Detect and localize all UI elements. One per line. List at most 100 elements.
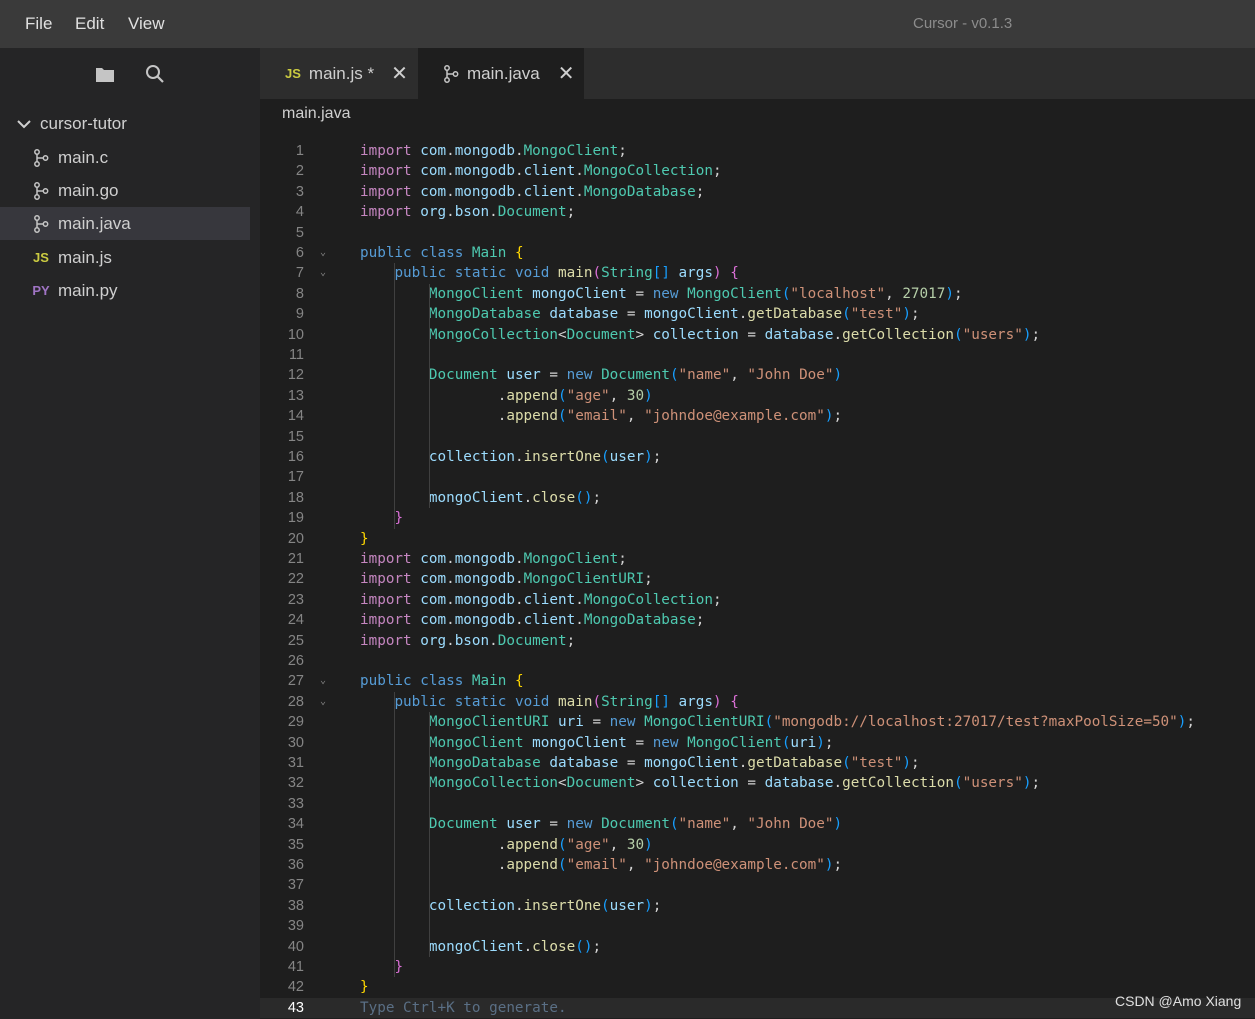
code-line[interactable]: 34 Document user = new Document("name", … — [260, 814, 1255, 834]
code-text: mongoClient.close(); — [428, 489, 602, 506]
indent-guide — [428, 712, 430, 957]
line-number: 16 — [287, 449, 304, 465]
code-line[interactable]: 7 ⌄ public static void main(String[] args… — [260, 263, 1255, 283]
code-line[interactable]: 3 import com.mongodb.client.MongoDatabase… — [260, 182, 1255, 202]
code-line[interactable]: 21 import com.mongodb.MongoClient; — [260, 549, 1255, 569]
file-main-c[interactable]: main.c — [0, 141, 250, 174]
code-line[interactable]: 20} — [260, 529, 1255, 549]
code-text: } — [360, 979, 369, 996]
code-line[interactable]: 43 Type Ctrl+K to generate. — [260, 997, 1255, 1019]
file-label: main.go — [58, 180, 119, 200]
code-line[interactable]: 35 .append("age", 30) — [260, 835, 1255, 855]
code-text: MongoCollection<Document> collection = d… — [428, 326, 1041, 343]
line-number: 31 — [287, 755, 304, 771]
search-icon[interactable] — [143, 62, 167, 86]
code-line[interactable]: 13 .append("age", 30) — [260, 386, 1255, 406]
code-line[interactable]: 41 } — [260, 957, 1255, 977]
code-line[interactable]: 8 MongoClient mongoClient = new MongoCli… — [260, 284, 1255, 304]
code-line[interactable]: 17 — [260, 467, 1255, 487]
code-text: import com.mongodb.client.MongoCollectio… — [360, 591, 722, 608]
fold-chevron-icon[interactable]: ⌄ — [320, 263, 326, 283]
code-line[interactable]: 25 import org.bson.Document; — [260, 631, 1255, 651]
code-line[interactable]: 32 MongoCollection<Document> collection … — [260, 773, 1255, 793]
app-title: Cursor - v0.1.3 — [913, 15, 1013, 32]
line-number: 9 — [295, 306, 304, 323]
code-line[interactable]: 37 — [260, 875, 1255, 895]
code-line[interactable]: 23 import com.mongodb.client.MongoCollect… — [260, 590, 1255, 610]
code-line[interactable]: 4 import org.bson.Document; — [260, 202, 1255, 222]
code-line[interactable]: 33 — [260, 794, 1255, 814]
code-text: } — [394, 510, 404, 527]
code-line[interactable]: 9 MongoDatabase database = mongoClient.g… — [260, 304, 1255, 324]
code-line[interactable]: 29 MongoClientURI uri = new MongoClientU… — [260, 712, 1255, 732]
close-icon[interactable]: ✕ — [391, 61, 408, 86]
tab-label: main.java — [467, 63, 540, 83]
line-number: 39 — [287, 918, 304, 935]
folder-cursor-tutor[interactable]: cursor-tutor — [16, 112, 127, 136]
code-line[interactable]: 31 MongoDatabase database = mongoClient.… — [260, 753, 1255, 773]
line-number: 21 — [287, 551, 304, 567]
code-text: collection.insertOne(user); — [428, 897, 662, 914]
code-line[interactable]: 15 — [260, 427, 1255, 447]
code-line[interactable]: 38 collection.insertOne(user); — [260, 896, 1255, 916]
code-line[interactable]: 30 MongoClient mongoClient = new MongoCl… — [260, 733, 1255, 753]
code-line[interactable]: 40 mongoClient.close(); — [260, 937, 1255, 957]
code-line[interactable]: 42} — [260, 977, 1255, 997]
line-number: 37 — [287, 877, 304, 894]
title-bar: File Edit View Cursor - v0.1.3 — [0, 0, 1255, 48]
indent-guide — [428, 283, 430, 509]
line-number: 6 — [295, 245, 304, 261]
code-line[interactable]: 1 import com.mongodb.MongoClient; — [260, 141, 1255, 161]
menu-view[interactable]: View — [128, 14, 165, 34]
code-line[interactable]: 19 } — [260, 508, 1255, 528]
code-line[interactable]: 24 import com.mongodb.client.MongoDatabas… — [260, 610, 1255, 630]
line-number: 22 — [287, 571, 304, 588]
menu-file[interactable]: File — [25, 14, 52, 34]
chevron-down-icon — [16, 119, 32, 129]
code-line[interactable]: 27 ⌄ public class Main { — [260, 671, 1255, 691]
fold-chevron-icon[interactable]: ⌄ — [320, 671, 326, 691]
code-line[interactable]: 26 — [260, 651, 1255, 671]
code-text: import com.mongodb.client.MongoDatabase; — [360, 183, 705, 200]
menu-edit[interactable]: Edit — [75, 14, 104, 34]
line-number: 3 — [295, 183, 304, 200]
code-line[interactable]: 18 mongoClient.close(); — [260, 488, 1255, 508]
code-line[interactable]: 36 .append("email", "johndoe@example.com… — [260, 855, 1255, 875]
git-branch-icon — [443, 64, 459, 83]
code-line[interactable]: 28 ⌄ public static void main(String[] arg… — [260, 692, 1255, 712]
line-number: 19 — [287, 510, 304, 527]
line-number: 1 — [295, 143, 304, 159]
code-editor[interactable]: 1 import com.mongodb.MongoClient; 2 import … — [260, 140, 1255, 1019]
code-line[interactable]: 11 — [260, 345, 1255, 365]
code-line[interactable]: 16 collection.insertOne(user); — [260, 447, 1255, 467]
code-line[interactable]: 22 import com.mongodb.MongoClientURI; — [260, 569, 1255, 589]
file-main-js[interactable]: JS main.js — [0, 241, 250, 274]
tab-main-js[interactable]: JS main.js * ✕ — [260, 48, 418, 99]
fold-chevron-icon[interactable]: ⌄ — [320, 243, 326, 263]
file-main-go[interactable]: main.go — [0, 174, 250, 207]
code-line[interactable]: 2 import com.mongodb.client.MongoCollecti… — [260, 161, 1255, 181]
file-main-java[interactable]: main.java — [0, 207, 250, 240]
line-number: 14 — [287, 408, 304, 425]
breadcrumb: main.java — [282, 105, 351, 122]
line-number: 4 — [295, 204, 304, 221]
code-line[interactable]: 10 MongoCollection<Document> collection … — [260, 325, 1255, 345]
code-text: .append("age", 30) — [497, 836, 653, 853]
code-line[interactable]: 6 ⌄ public class Main { — [260, 243, 1255, 263]
code-line[interactable]: 5 — [260, 223, 1255, 243]
fold-chevron-icon[interactable]: ⌄ — [320, 692, 326, 712]
line-number: 20 — [287, 530, 304, 547]
code-line[interactable]: 12 Document user = new Document("name", … — [260, 365, 1255, 385]
line-number: 13 — [287, 387, 304, 404]
file-main-py[interactable]: PY main.py — [0, 274, 250, 307]
code-text: MongoClientURI uri = new MongoClientURI(… — [428, 714, 1195, 731]
file-label: main.py — [58, 280, 118, 300]
folder-icon[interactable] — [93, 62, 117, 86]
git-branch-icon — [33, 181, 49, 200]
code-line[interactable]: 39 — [260, 916, 1255, 936]
code-text: public static void main(String[] args) { — [394, 693, 739, 710]
code-line[interactable]: 14 .append("email", "johndoe@example.com… — [260, 406, 1255, 426]
close-icon[interactable]: ✕ — [558, 61, 575, 86]
tab-main-java[interactable]: main.java ✕ — [418, 48, 584, 99]
line-number: 42 — [287, 979, 304, 996]
